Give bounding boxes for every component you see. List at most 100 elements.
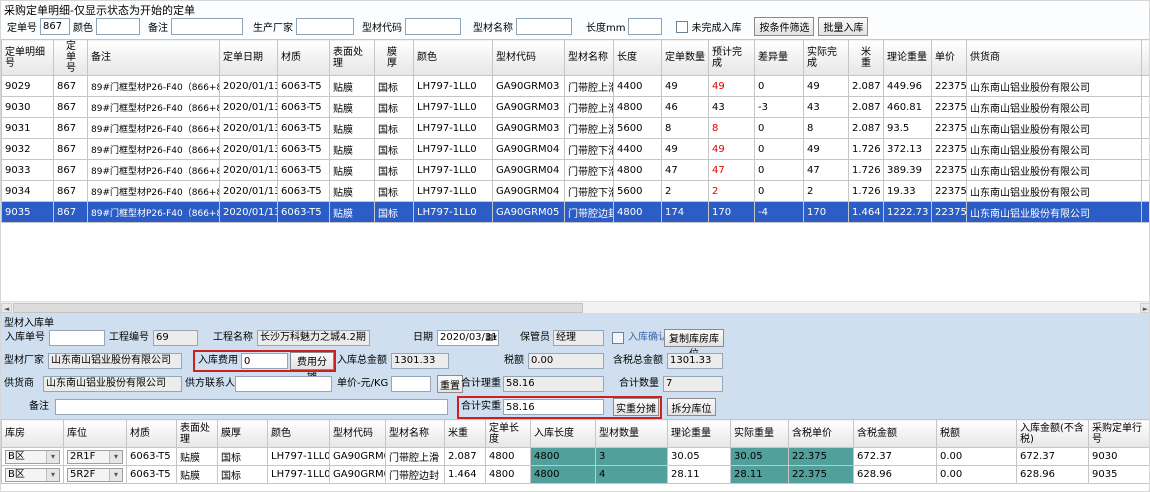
cell: LH797-1LL0 <box>414 118 493 139</box>
scrollbar-thumb[interactable] <box>13 303 583 313</box>
column-header: 理论重量 <box>884 40 932 76</box>
cell: 6063-T5 <box>278 181 330 202</box>
cell: 49 <box>662 139 709 160</box>
cell: 山东南山铝业股份有限公司 <box>967 118 1142 139</box>
table-row[interactable]: 903486789#门框型材P26-F40（866+867）2020/01/13… <box>2 181 1150 202</box>
cell: 28.11 <box>731 466 789 484</box>
order-no-input[interactable] <box>40 18 70 35</box>
cell: 9033 <box>2 160 54 181</box>
remark-input[interactable] <box>171 18 243 35</box>
batch-inbound-button[interactable]: 批量入库 <box>818 17 868 36</box>
cell: 28.11 <box>668 466 731 484</box>
filter-by-condition-button[interactable]: 按条件筛选 <box>754 17 814 36</box>
cell: 628.96 <box>1017 466 1089 484</box>
cell: GA90GRM04 <box>493 139 565 160</box>
cell <box>1142 202 1150 223</box>
profile-code-input[interactable] <box>405 18 461 35</box>
scroll-right-icon[interactable]: ► <box>1140 303 1150 313</box>
unit-price-input[interactable] <box>391 376 431 392</box>
date-picker[interactable]: ▦▾ 2020/03/31 <box>437 330 499 346</box>
cell <box>1142 118 1150 139</box>
warehouse-combobox[interactable]: B区▾ <box>5 450 60 464</box>
cell: 0 <box>755 181 804 202</box>
column-header: 单价 <box>932 40 967 76</box>
copy-warehouse-button[interactable]: 复制库房库位 <box>664 329 724 347</box>
cell: 门带腔边封 <box>386 466 445 484</box>
warehouse-combobox[interactable]: B区▾ <box>5 468 60 482</box>
table-row[interactable]: 903286789#门框型材P26-F40（866+867）2020/01/13… <box>2 139 1150 160</box>
weight-allocate-button[interactable]: 实重分摊 <box>613 398 659 416</box>
column-header: 材质 <box>278 40 330 76</box>
cell <box>1142 160 1150 181</box>
contact-input[interactable] <box>235 376 332 392</box>
cell: 9035 <box>1089 466 1150 484</box>
cell: 4800 <box>531 466 596 484</box>
cost-allocate-button[interactable]: 费用分摊 <box>290 352 334 370</box>
cell: 2 <box>662 181 709 202</box>
cell: 门带腔上滑 <box>565 76 614 97</box>
table-row[interactable]: B区▾2R1F▾6063-T5贴膜国标LH797-1LL0GA90GRM03门带… <box>2 448 1150 466</box>
cell: 2 <box>804 181 849 202</box>
table-row[interactable]: 903086789#门框型材P26-F40（866+867）2020/01/13… <box>2 97 1150 118</box>
total-amount-field: 1301.33 <box>391 353 449 369</box>
cell: LH797-1LL0 <box>414 139 493 160</box>
fee-input[interactable] <box>241 353 288 369</box>
combobox-value: B区 <box>6 469 46 481</box>
cell: 国标 <box>375 118 414 139</box>
cell: 4400 <box>614 139 662 160</box>
table-row[interactable]: 902986789#门框型材P26-F40（866+867）2020/01/13… <box>2 76 1150 97</box>
cell: 2020/01/13 <box>220 118 278 139</box>
scroll-left-icon[interactable]: ◄ <box>1 303 12 313</box>
table-row[interactable]: 903386789#门框型材P26-F40（866+867）2020/01/13… <box>2 160 1150 181</box>
chevron-down-icon[interactable]: ▾ <box>109 451 122 463</box>
unfinished-inbound-checkbox[interactable] <box>676 21 688 33</box>
cell: 22.375 <box>789 448 854 466</box>
date-label: 日期 <box>413 330 433 346</box>
total-actual-input[interactable] <box>503 399 604 415</box>
manufacturer-label: 生产厂家 <box>253 19 293 34</box>
cell: 贴膜 <box>330 202 375 223</box>
cell: 门带腔边封 <box>565 202 614 223</box>
chevron-down-icon[interactable]: ▾ <box>109 469 122 481</box>
inbound-confirm-checkbox[interactable] <box>612 332 624 344</box>
color-input[interactable] <box>96 18 140 35</box>
cell: 1222.73 <box>884 202 932 223</box>
cell: 5600 <box>614 181 662 202</box>
cell: 9035 <box>2 202 54 223</box>
filter-toolbar: 定单号 颜色 备注 生产厂家 型材代码 型材名称 长度mm 未完成入库 按条件筛… <box>4 16 868 37</box>
cell: 国标 <box>218 448 268 466</box>
cell: 国标 <box>375 181 414 202</box>
horizontal-scrollbar[interactable]: ◄ ► <box>1 301 1150 313</box>
unfinished-inbound-label: 未完成入库 <box>691 19 741 34</box>
cell: 22375 <box>932 139 967 160</box>
column-header: 膜厚 <box>375 40 414 76</box>
table-row[interactable]: B区▾5R2F▾6063-T5贴膜国标LH797-1LL0GA90GRM05门带… <box>2 466 1150 484</box>
cell: 2020/01/13 <box>220 202 278 223</box>
table-row[interactable]: 903186789#门框型材P26-F40（866+867）2020/01/13… <box>2 118 1150 139</box>
cell: 4800 <box>614 202 662 223</box>
cell: 170 <box>709 202 755 223</box>
reset-button[interactable]: 重置 <box>437 375 463 393</box>
profile-name-input[interactable] <box>516 18 572 35</box>
cell: 22375 <box>932 118 967 139</box>
location-combobox[interactable]: 2R1F▾ <box>67 450 123 464</box>
inbound-no-input[interactable] <box>49 330 105 346</box>
chevron-down-icon[interactable]: ▾ <box>46 469 59 481</box>
table-row[interactable]: 903586789#门框型材P26-F40（866+867）2020/01/13… <box>2 202 1150 223</box>
location-combobox[interactable]: 5R2F▾ <box>67 468 123 482</box>
chevron-down-icon[interactable]: ▾ <box>46 451 59 463</box>
cell: 9032 <box>2 139 54 160</box>
inbound-remark-input[interactable] <box>55 399 448 415</box>
column-header: 定单日期 <box>220 40 278 76</box>
column-header: 备注 <box>88 40 220 76</box>
date-value: 2020/03/31 <box>440 332 498 343</box>
cell: 89#门框型材P26-F40（866+867） <box>88 181 220 202</box>
cell: 2020/01/13 <box>220 160 278 181</box>
length-label: 长度mm <box>586 19 625 34</box>
cell: 国标 <box>218 466 268 484</box>
split-location-button[interactable]: 拆分库位 <box>667 398 716 416</box>
manufacturer-input[interactable] <box>296 18 354 35</box>
tax-field: 0.00 <box>528 353 604 369</box>
length-input[interactable] <box>628 18 662 35</box>
cell: 贴膜 <box>330 181 375 202</box>
